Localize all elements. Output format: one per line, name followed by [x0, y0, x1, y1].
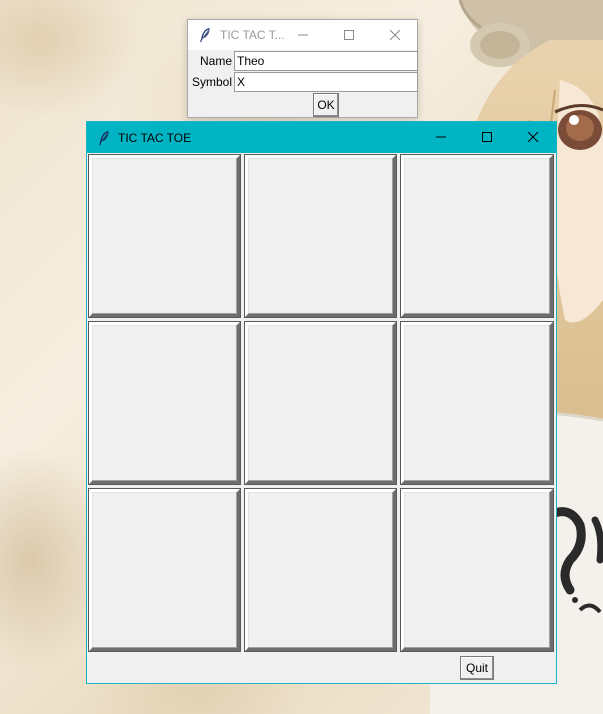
close-icon — [528, 132, 538, 142]
close-icon — [390, 30, 400, 40]
minimize-button[interactable] — [418, 122, 464, 152]
game-titlebar[interactable]: TIC TAC TOE — [87, 122, 556, 153]
close-button[interactable] — [372, 20, 418, 50]
game-title: TIC TAC TOE — [118, 130, 192, 145]
name-label: Name — [199, 54, 232, 68]
quit-button[interactable]: Quit — [460, 656, 494, 680]
game-board — [87, 153, 556, 654]
name-input[interactable] — [234, 51, 418, 71]
feather-icon — [199, 27, 210, 43]
player-setup-dialog: TIC TAC T... Name Symbol OK — [187, 19, 418, 118]
desktop: TIC TAC T... Name Symbol OK — [0, 0, 603, 714]
board-cell-2[interactable] — [245, 155, 396, 317]
game-footer: Quit — [87, 654, 556, 683]
dialog-titlebar[interactable]: TIC TAC T... — [188, 20, 417, 50]
board-cell-5[interactable] — [245, 322, 396, 484]
maximize-icon — [344, 30, 354, 40]
symbol-input[interactable] — [234, 72, 418, 92]
board-cell-9[interactable] — [401, 489, 553, 651]
close-button[interactable] — [510, 122, 556, 152]
maximize-button[interactable] — [464, 122, 510, 152]
minimize-icon — [436, 136, 446, 138]
board-cell-4[interactable] — [89, 322, 240, 484]
minimize-icon — [298, 34, 308, 36]
tic-tac-toe-window: TIC TAC TOE Quit — [86, 121, 557, 684]
board-cell-7[interactable] — [89, 489, 240, 651]
minimize-button[interactable] — [280, 20, 326, 50]
ok-button[interactable]: OK — [313, 93, 339, 117]
dialog-title: TIC TAC T... — [220, 28, 285, 42]
maximize-icon — [482, 132, 492, 142]
feather-icon — [98, 130, 109, 145]
board-cell-8[interactable] — [245, 489, 396, 651]
board-cell-3[interactable] — [401, 155, 553, 317]
maximize-button[interactable] — [326, 20, 372, 50]
name-row: Name — [188, 51, 418, 71]
board-cell-6[interactable] — [401, 322, 553, 484]
symbol-label: Symbol — [191, 75, 232, 89]
symbol-row: Symbol — [188, 72, 418, 92]
board-cell-1[interactable] — [89, 155, 240, 317]
